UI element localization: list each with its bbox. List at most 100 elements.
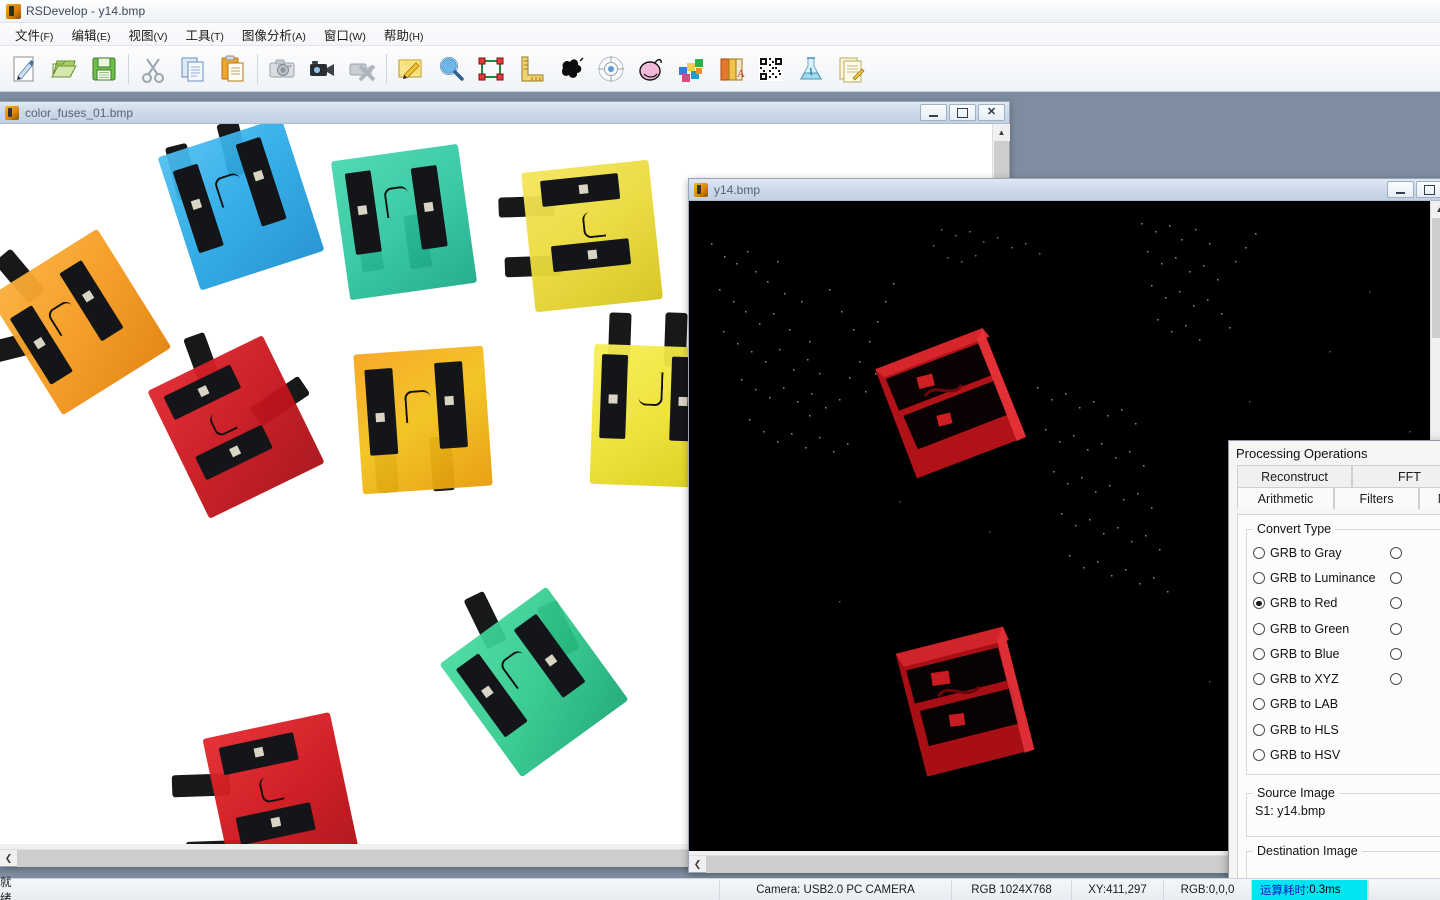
radio-indicator[interactable] [1389, 622, 1402, 635]
menu-file-label: 文件 [15, 28, 41, 43]
maximize-button-y14[interactable] [1416, 181, 1440, 198]
radio-grb-to-lab[interactable]: GRB to LAB [1253, 692, 1376, 717]
new-button[interactable] [4, 49, 44, 89]
camera-off-button[interactable] [342, 49, 382, 89]
save-button[interactable] [84, 49, 124, 89]
radio-grb-to-hls[interactable]: GRB to HLS [1253, 717, 1376, 742]
radio-right-1[interactable] [1389, 540, 1407, 565]
scroll-up-arrow-icon[interactable]: ▲ [993, 124, 1010, 141]
color-blocks-icon [679, 58, 703, 82]
copy-button[interactable] [173, 49, 213, 89]
tab-filters[interactable]: Filters [1334, 487, 1419, 509]
open-button[interactable] [44, 49, 84, 89]
tab-morphology[interactable]: M [1419, 487, 1440, 509]
menu-tools[interactable]: 工具(T) [176, 23, 232, 46]
menu-file[interactable]: 文件(F) [6, 23, 62, 46]
radio-grb-to-hsv-label: GRB to HSV [1270, 748, 1341, 763]
ruler-button[interactable] [511, 49, 551, 89]
radio-indicator[interactable] [1389, 673, 1402, 686]
close-button-fuses[interactable]: ✕ [978, 104, 1005, 121]
tab-arithmetic[interactable]: Arithmetic [1237, 487, 1334, 509]
menu-window[interactable]: 窗口(W) [315, 23, 375, 46]
radio-grb-to-gray[interactable]: GRB to Gray [1253, 540, 1376, 565]
color-analysis-button[interactable] [671, 49, 711, 89]
radio-indicator[interactable] [1253, 723, 1265, 736]
blob-icon [561, 57, 584, 78]
vertical-scroll-thumb[interactable] [1432, 218, 1440, 338]
radio-grb-to-gray-label: GRB to Gray [1270, 545, 1342, 560]
radio-indicator[interactable] [1389, 647, 1402, 660]
menu-help[interactable]: 帮助(H) [375, 23, 433, 46]
radio-indicator[interactable] [1389, 571, 1402, 584]
radio-right-4[interactable] [1389, 616, 1407, 641]
radio-right-5[interactable] [1389, 641, 1407, 666]
tab-reconstruct-label: Reconstruct [1261, 469, 1328, 484]
radio-right-2[interactable] [1389, 565, 1407, 590]
radio-grb-to-blue[interactable]: GRB to Blue [1253, 641, 1376, 666]
menu-edit[interactable]: 编辑(E) [62, 23, 119, 46]
tab-row-primary: Reconstruct FFT [1237, 465, 1440, 487]
calibration-button[interactable] [471, 49, 511, 89]
fuse-yellow-top [498, 159, 663, 313]
radio-indicator[interactable] [1253, 749, 1265, 762]
report-button[interactable] [831, 49, 871, 89]
radio-indicator[interactable] [1253, 597, 1265, 610]
window-buttons-fuses: ✕ [920, 104, 1009, 121]
radio-indicator[interactable] [1253, 647, 1265, 660]
radio-indicator[interactable] [1253, 622, 1265, 635]
tab-arithmetic-label: Arithmetic [1257, 491, 1314, 506]
child-window-titlebar-y14[interactable]: y14.bmp [689, 179, 1440, 201]
radio-right-6[interactable] [1389, 666, 1407, 691]
radio-indicator[interactable] [1253, 546, 1265, 559]
minimize-button-fuses[interactable] [920, 104, 947, 121]
source-image-legend: Source Image [1253, 785, 1339, 800]
paste-button[interactable] [213, 49, 253, 89]
status-ready: 就绪 [0, 876, 12, 900]
tab-fft[interactable]: FFT [1352, 465, 1440, 487]
barcode-button[interactable] [751, 49, 791, 89]
status-resize-grip [1368, 879, 1440, 900]
tab-page-arithmetic: Convert Type GRB to Gray GRB to Luminanc… [1237, 514, 1440, 900]
radio-indicator[interactable] [1389, 597, 1402, 610]
radio-indicator[interactable] [1389, 546, 1402, 559]
scroll-left-arrow-icon[interactable]: ❮ [689, 856, 706, 873]
camera-button[interactable] [262, 49, 302, 89]
cut-button[interactable] [133, 49, 173, 89]
menu-view[interactable]: 视图(V) [119, 23, 176, 46]
scroll-left-arrow-icon[interactable]: ❮ [0, 850, 17, 867]
scroll-up-arrow-icon[interactable]: ▲ [1431, 201, 1440, 218]
status-spacer [30, 879, 720, 900]
camera-icon [269, 59, 295, 77]
radio-grb-to-red-label: GRB to Red [1270, 596, 1338, 611]
radio-grb-to-luminance[interactable]: GRB to Luminance [1253, 565, 1376, 590]
status-camera: Camera: USB2.0 PC CAMERA [720, 879, 952, 900]
radio-indicator[interactable] [1253, 571, 1265, 584]
radio-indicator[interactable] [1253, 673, 1265, 686]
child-window-titlebar-fuses[interactable]: color_fuses_01.bmp ✕ [0, 102, 1009, 124]
radio-grb-to-xyz[interactable]: GRB to XYZ [1253, 666, 1376, 691]
ocr-button[interactable]: A [711, 49, 751, 89]
annotate-button[interactable] [391, 49, 431, 89]
radio-grb-to-green[interactable]: GRB to Green [1253, 616, 1376, 641]
video-camera-button[interactable] [302, 49, 342, 89]
menu-edit-mnemonic: (E) [96, 30, 111, 43]
minimize-button-y14[interactable] [1387, 181, 1414, 198]
radio-indicator[interactable] [1253, 698, 1265, 711]
radio-right-3[interactable] [1389, 591, 1407, 616]
maximize-button-fuses[interactable] [949, 104, 976, 121]
radio-grb-to-red[interactable]: GRB to Red [1253, 591, 1376, 616]
pattern-match-button[interactable] [591, 49, 631, 89]
new-icon [13, 56, 34, 81]
cell-analysis-button[interactable] [631, 49, 671, 89]
toolbar: A [0, 46, 1440, 136]
svg-text:A: A [737, 68, 745, 80]
source-image-value[interactable]: S1: y14.bmp [1253, 804, 1440, 818]
blob-button[interactable] [551, 49, 591, 89]
menu-image-analysis[interactable]: 图像分析(A) [233, 23, 315, 46]
zoom-button[interactable] [431, 49, 471, 89]
radio-grb-to-luminance-label: GRB to Luminance [1270, 570, 1376, 585]
status-processing-time: 运算耗时:0.3ms [1252, 879, 1368, 900]
radio-grb-to-hsv[interactable]: GRB to HSV [1253, 742, 1376, 767]
tab-reconstruct[interactable]: Reconstruct [1237, 465, 1352, 487]
experiment-button[interactable] [791, 49, 831, 89]
